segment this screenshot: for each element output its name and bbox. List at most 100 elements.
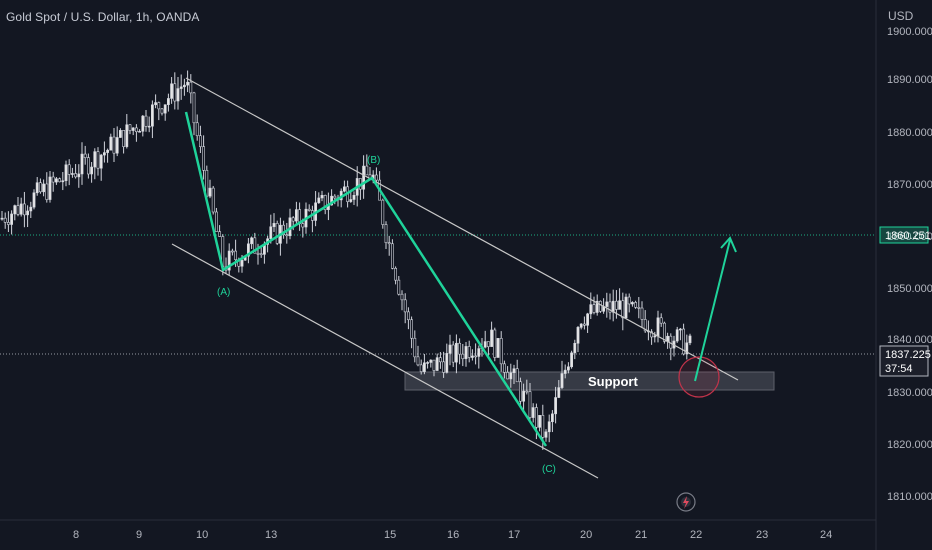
candle-body bbox=[448, 344, 452, 354]
candle-body bbox=[67, 164, 71, 175]
candle-body bbox=[461, 353, 465, 360]
candle-body bbox=[115, 137, 119, 154]
candle-body bbox=[656, 317, 660, 337]
candle-body bbox=[464, 346, 468, 360]
candle-body bbox=[477, 348, 481, 357]
y-tick-label: 1840.000 bbox=[887, 334, 932, 346]
candle-body bbox=[87, 157, 90, 175]
candle-body bbox=[71, 173, 74, 175]
candle-body bbox=[394, 268, 398, 281]
candle-body bbox=[400, 293, 404, 301]
candle-body bbox=[483, 341, 487, 348]
y-tick-label: 1880.000 bbox=[887, 127, 932, 139]
y-tick-label: 1890.000 bbox=[887, 74, 932, 86]
candle-body bbox=[125, 124, 129, 147]
candle-body bbox=[512, 368, 516, 374]
candle-body bbox=[560, 373, 564, 388]
projection-arrow-line[interactable] bbox=[694, 239, 731, 382]
candle-body bbox=[90, 166, 94, 175]
candle-body bbox=[35, 182, 39, 194]
candle-body bbox=[234, 250, 238, 261]
candle-body bbox=[272, 223, 276, 228]
elliott-wave-line[interactable] bbox=[184, 111, 548, 447]
candle-body bbox=[256, 252, 260, 255]
candle-body bbox=[582, 323, 586, 326]
bar-countdown: 37:54 bbox=[885, 363, 913, 375]
wave-label-c: (C) bbox=[542, 464, 556, 475]
candle-body bbox=[3, 217, 7, 223]
candle-body bbox=[451, 344, 455, 363]
candle-body bbox=[442, 361, 446, 373]
candle-body bbox=[474, 355, 478, 358]
wave-label-b: (B) bbox=[367, 155, 380, 166]
candle-body bbox=[675, 329, 679, 342]
candle-body bbox=[64, 164, 68, 182]
candle-body bbox=[653, 335, 657, 338]
candle-body bbox=[157, 102, 161, 110]
candle-body bbox=[397, 279, 401, 295]
candle-body bbox=[490, 329, 494, 347]
candle-body bbox=[403, 299, 407, 313]
candle-body bbox=[557, 387, 561, 398]
candle-body bbox=[538, 415, 542, 428]
candle-body bbox=[7, 222, 10, 225]
candle-body bbox=[192, 92, 196, 124]
candle-body bbox=[199, 135, 202, 147]
candle-body bbox=[211, 187, 215, 213]
candle-body bbox=[518, 381, 522, 402]
candle-body bbox=[470, 355, 474, 358]
candle-body bbox=[365, 165, 369, 176]
candle-body bbox=[186, 81, 190, 86]
candle-body bbox=[106, 149, 110, 153]
candle-body bbox=[170, 83, 174, 99]
x-tick-label: 15 bbox=[384, 529, 396, 541]
channel-lower-line[interactable] bbox=[171, 243, 599, 479]
candle-body bbox=[38, 182, 42, 193]
candle-body bbox=[502, 363, 506, 373]
lightning-badge[interactable] bbox=[676, 492, 696, 512]
candle-body bbox=[467, 346, 471, 358]
candle-body bbox=[381, 199, 385, 225]
candle-body bbox=[422, 362, 426, 372]
candle-body bbox=[541, 415, 545, 438]
target-price-value: 1860.251 bbox=[885, 230, 931, 242]
candle-body bbox=[458, 342, 462, 355]
support-label: Support bbox=[588, 374, 638, 389]
candlestick-series bbox=[0, 70, 692, 450]
candle-body bbox=[509, 372, 513, 380]
candle-body bbox=[515, 368, 519, 383]
candle-body bbox=[499, 338, 503, 365]
candle-body bbox=[627, 296, 631, 305]
x-tick-label: 10 bbox=[196, 529, 208, 541]
x-tick-label: 17 bbox=[508, 529, 520, 541]
candle-body bbox=[374, 174, 378, 181]
x-tick-label: 9 bbox=[136, 529, 142, 541]
candle-body bbox=[48, 176, 52, 200]
candle-body bbox=[576, 327, 580, 344]
candle-body bbox=[93, 151, 97, 168]
candle-body bbox=[592, 304, 596, 313]
y-tick-label: 1810.000 bbox=[887, 491, 932, 503]
y-tick-label: 1820.000 bbox=[887, 439, 932, 451]
candle-body bbox=[119, 130, 122, 138]
candle-body bbox=[554, 397, 558, 415]
candle-body bbox=[522, 390, 526, 402]
candle-body bbox=[435, 357, 439, 371]
candle-body bbox=[202, 146, 206, 171]
price-chart[interactable]: 1810.000 1820.000 1830.000 1840.000 1850… bbox=[0, 0, 932, 550]
channel-upper-line[interactable] bbox=[185, 77, 739, 381]
candle-body bbox=[605, 301, 609, 307]
candle-body bbox=[29, 206, 33, 212]
candle-body bbox=[349, 199, 353, 202]
candle-body bbox=[528, 391, 532, 418]
candle-body bbox=[160, 108, 164, 114]
candle-body bbox=[189, 81, 193, 94]
candle-body bbox=[128, 124, 132, 131]
candle-body bbox=[144, 115, 148, 127]
y-tick-label: 1870.000 bbox=[887, 179, 932, 191]
candle-body bbox=[167, 98, 170, 106]
candle-body bbox=[147, 125, 151, 128]
candle-body bbox=[112, 136, 116, 154]
candle-body bbox=[486, 341, 490, 347]
candle-body bbox=[637, 307, 641, 309]
